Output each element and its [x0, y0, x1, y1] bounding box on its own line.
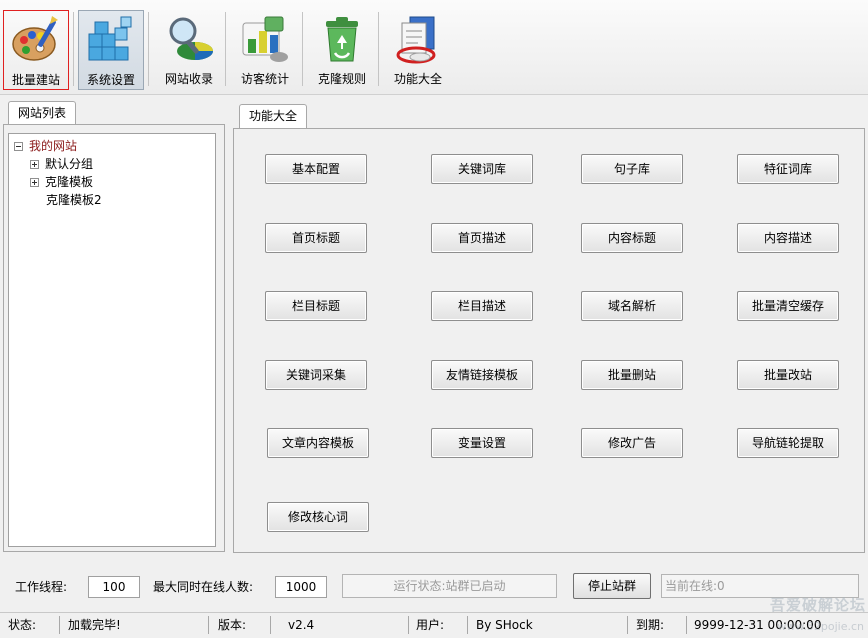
run-status-box: 运行状态:站群已启动: [342, 574, 557, 598]
batch-modify-sites-button[interactable]: 批量改站: [737, 360, 839, 390]
tree-node-clone-template-2[interactable]: 克隆模板2: [46, 191, 102, 209]
blue-cubes-icon: [88, 16, 132, 61]
batch-delete-sites-button[interactable]: 批量删站: [581, 360, 683, 390]
nav-link-extract-button[interactable]: 导航链轮提取: [737, 428, 839, 458]
tree-node-default-group[interactable]: 默认分组: [30, 155, 93, 173]
column-title-button[interactable]: 栏目标题: [265, 291, 367, 321]
tree-node-label: 克隆模板: [45, 175, 94, 189]
watermark-url: www.52pojie.cn: [777, 620, 864, 633]
statusbar-separator: [270, 616, 271, 634]
expand-icon[interactable]: [30, 178, 39, 187]
statusbar-separator: [467, 616, 468, 634]
clear-cache-button[interactable]: 批量清空缓存: [737, 291, 839, 321]
version-value: v2.4: [288, 618, 315, 632]
status-value: 加载完毕!: [68, 618, 121, 632]
status-bar: 状态: 加载完毕! 版本: v2.4 用户: By SHock 到期: 9999…: [0, 612, 868, 638]
toolbar-button-system-settings[interactable]: 系统设置: [78, 10, 144, 90]
collapse-icon[interactable]: [14, 142, 23, 151]
tree-node-clone-template[interactable]: 克隆模板: [30, 173, 93, 191]
stop-cluster-button[interactable]: 停止站群: [573, 573, 651, 599]
recycle-bin-icon: [326, 17, 358, 62]
expand-icon[interactable]: [30, 160, 39, 169]
toolbar-separator: [225, 12, 226, 86]
feature-words-button[interactable]: 特征词库: [737, 154, 839, 184]
user-value: By SHock: [476, 618, 533, 632]
tree-node-label: 默认分组: [45, 157, 94, 171]
max-online-input[interactable]: [275, 576, 327, 598]
current-online-box: 当前在线:0: [661, 574, 859, 598]
statusbar-separator: [408, 616, 409, 634]
variable-settings-button[interactable]: 变量设置: [431, 428, 533, 458]
modify-ads-button[interactable]: 修改广告: [581, 428, 683, 458]
toolbar-label: 访客统计: [240, 72, 289, 86]
basic-config-button[interactable]: 基本配置: [265, 154, 367, 184]
content-title-button[interactable]: 内容标题: [581, 223, 683, 253]
toolbar-button-site-index[interactable]: 网站收录: [156, 10, 222, 90]
modify-core-words-button[interactable]: 修改核心词: [267, 502, 369, 532]
magnifier-pie-icon: [169, 17, 213, 60]
domain-resolve-button[interactable]: 域名解析: [581, 291, 683, 321]
toolbar: 批量建站 系统设置 网站收录 访客统计 克隆规则 功能大全: [0, 0, 868, 95]
watermark-text: 吾爱破解论坛: [769, 596, 866, 614]
content-description-button[interactable]: 内容描述: [737, 223, 839, 253]
tree-node-label: 克隆模板2: [46, 193, 102, 207]
tree-node-root[interactable]: 我的网站: [14, 137, 77, 155]
expiry-label: 到期:: [636, 618, 665, 632]
toolbar-button-batch-build[interactable]: 批量建站: [3, 10, 69, 90]
toolbar-label: 克隆规则: [317, 72, 366, 86]
statusbar-separator: [686, 616, 687, 634]
home-description-button[interactable]: 首页描述: [431, 223, 533, 253]
toolbar-label: 功能大全: [393, 72, 442, 86]
home-title-button[interactable]: 首页标题: [265, 223, 367, 253]
sentence-library-button[interactable]: 句子库: [581, 154, 683, 184]
version-label: 版本:: [218, 618, 247, 632]
toolbar-label: 批量建站: [11, 73, 60, 87]
column-description-button[interactable]: 栏目描述: [431, 291, 533, 321]
user-label: 用户:: [416, 618, 445, 632]
statusbar-separator: [208, 616, 209, 634]
tree-node-label: 我的网站: [29, 139, 78, 153]
statusbar-separator: [59, 616, 60, 634]
toolbar-separator: [148, 12, 149, 86]
friend-link-template-button[interactable]: 友情链接模板: [431, 360, 533, 390]
paint-palette-icon: [12, 16, 58, 61]
toolbar-button-clone-rules[interactable]: 克隆规则: [309, 10, 375, 90]
toolbar-separator: [378, 12, 379, 86]
toolbar-label: 网站收录: [164, 72, 213, 86]
toolbar-button-all-functions[interactable]: 功能大全: [385, 10, 451, 90]
threads-input[interactable]: [88, 576, 140, 598]
documents-icon: [396, 16, 436, 64]
toolbar-button-visitor-stats[interactable]: 访客统计: [232, 10, 298, 90]
toolbar-separator: [302, 12, 303, 86]
max-online-label: 最大同时在线人数:: [153, 580, 254, 594]
toolbar-label: 系统设置: [86, 73, 135, 87]
statusbar-separator: [627, 616, 628, 634]
site-tree: 我的网站 默认分组 克隆模板 克隆模板2: [8, 133, 216, 547]
toolbar-separator: [73, 12, 74, 86]
article-template-button[interactable]: 文章内容模板: [267, 428, 369, 458]
tab-all-functions[interactable]: 功能大全: [239, 104, 308, 129]
threads-label: 工作线程:: [15, 580, 68, 594]
keyword-library-button[interactable]: 关键词库: [431, 154, 533, 184]
tab-site-list[interactable]: 网站列表: [8, 101, 77, 125]
status-label: 状态:: [8, 618, 37, 632]
keyword-collect-button[interactable]: 关键词采集: [265, 360, 367, 390]
bar-stats-icon: [242, 16, 288, 62]
functions-panel: [233, 128, 865, 553]
